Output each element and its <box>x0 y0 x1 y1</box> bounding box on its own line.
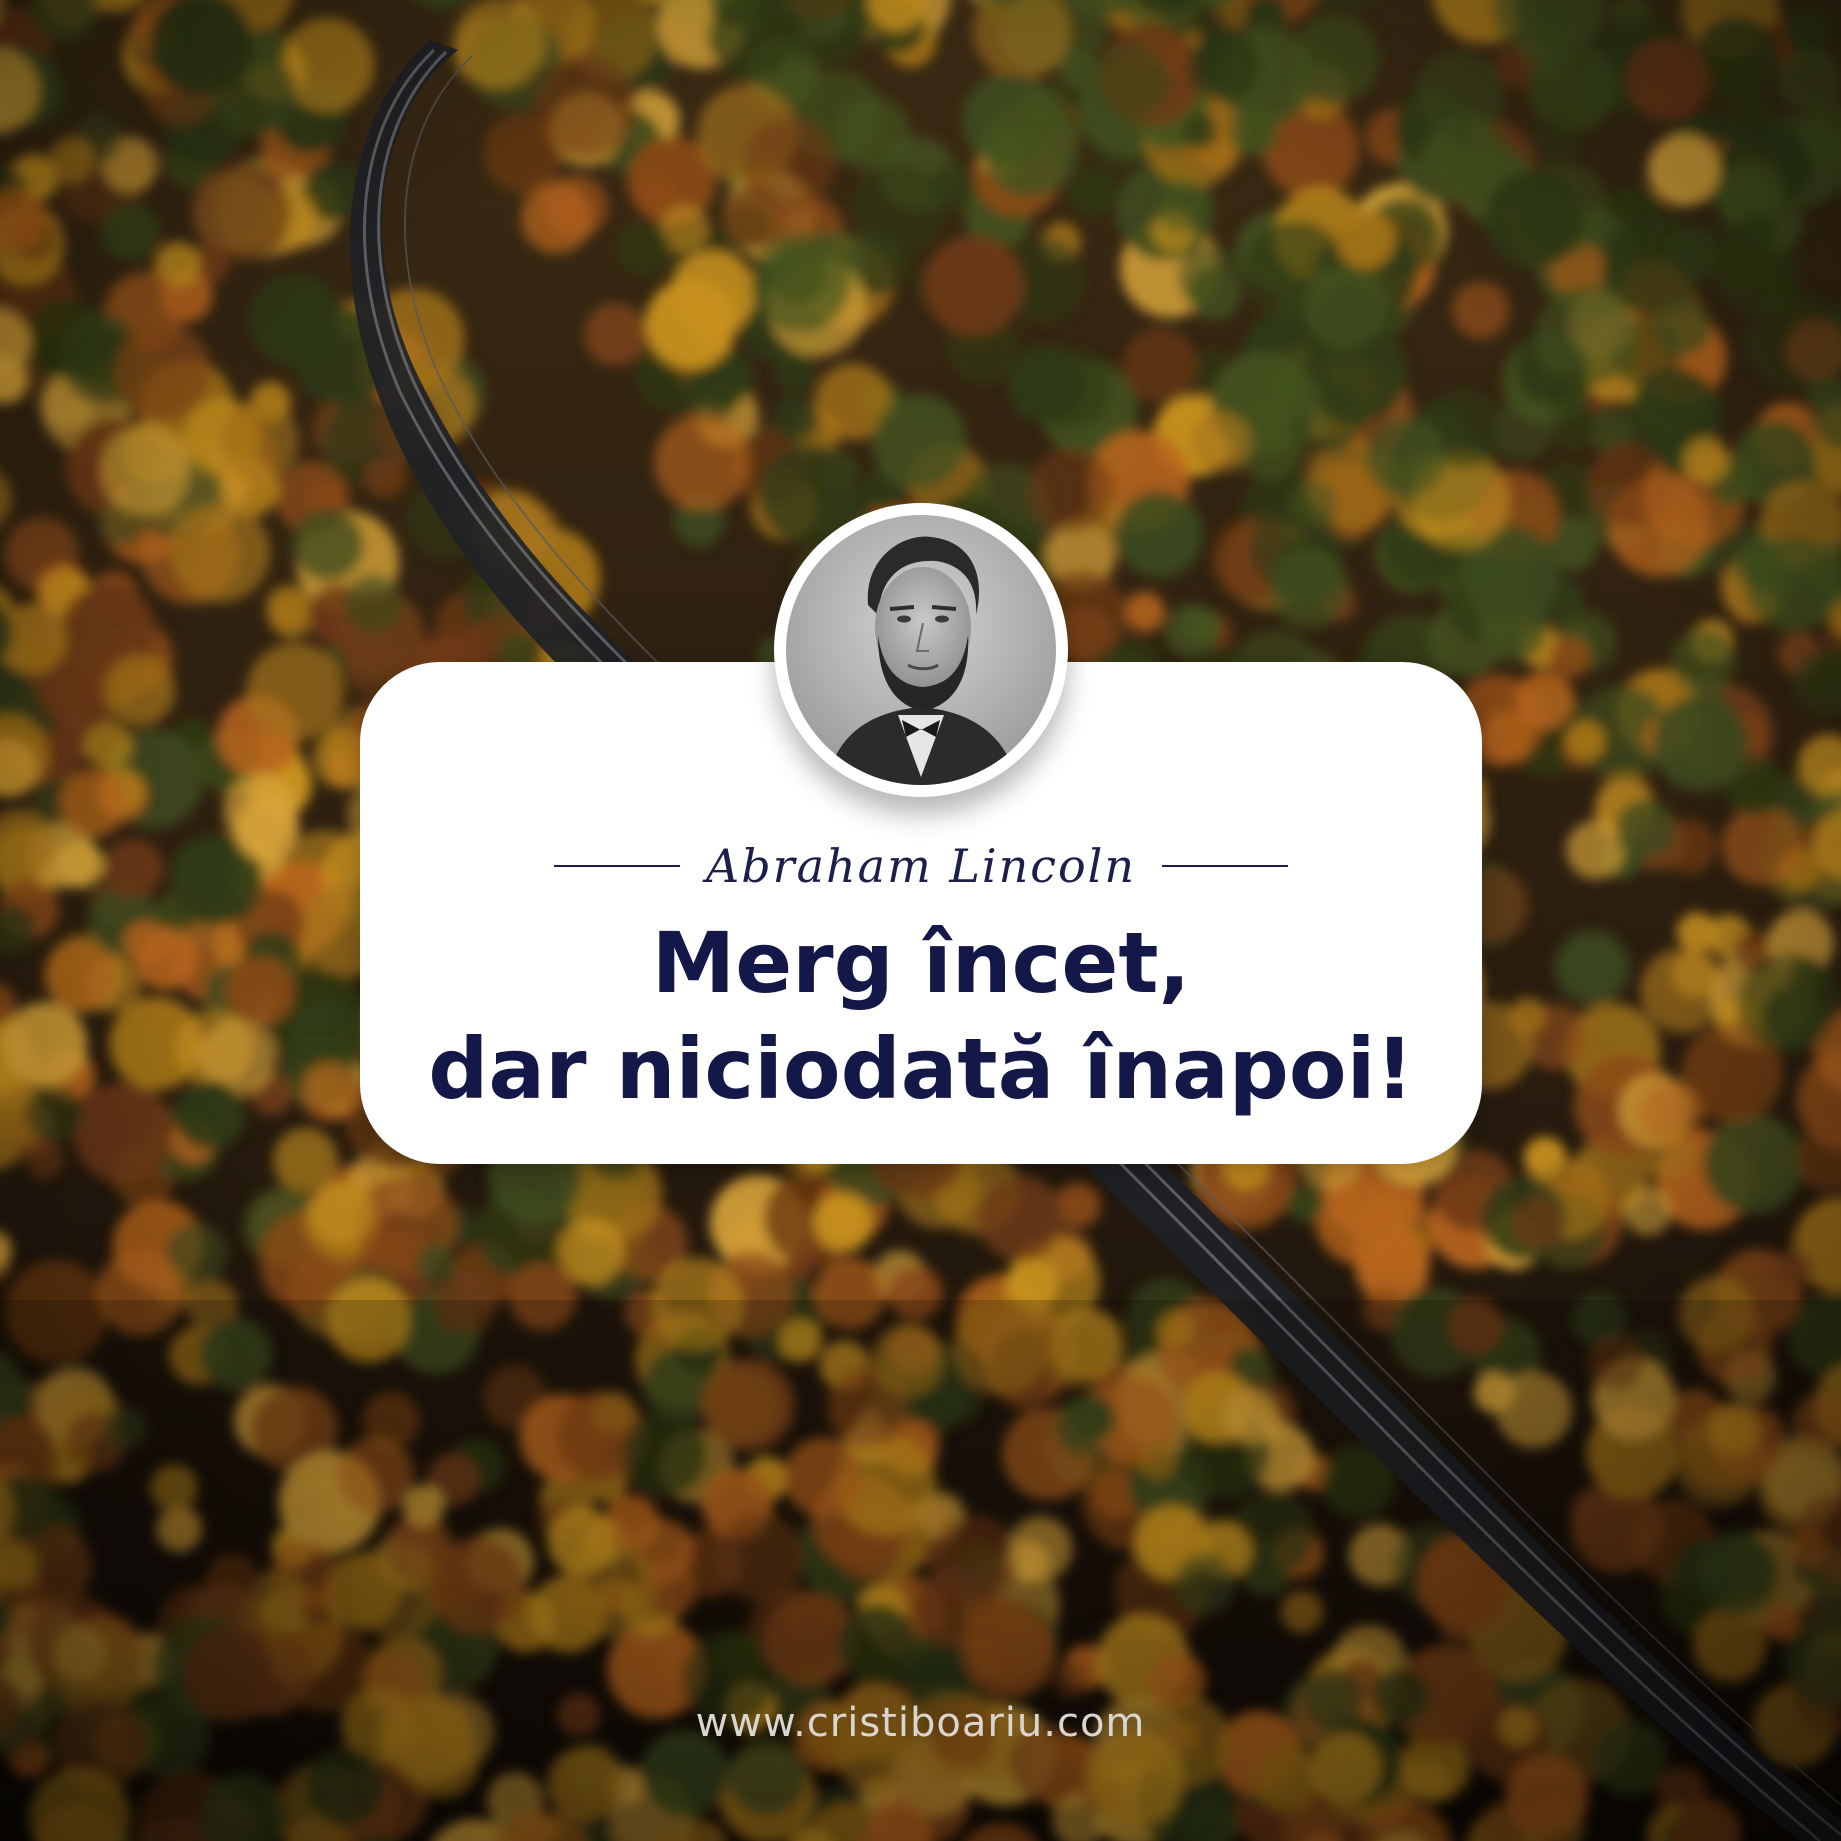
author-attribution: Abraham Lincoln <box>360 828 1482 904</box>
left-divider-line <box>553 865 680 867</box>
quote-text: Merg încet, dar niciodată înapoi! <box>380 910 1462 1122</box>
website-url: www.cristiboariu.com <box>695 1700 1146 1746</box>
quote-line-1: Merg încet, <box>651 914 1191 1012</box>
author-name: Abraham Lincoln <box>705 839 1137 893</box>
quote-line-2: dar niciodată înapoi! <box>428 1020 1414 1118</box>
right-divider-line <box>1162 865 1289 867</box>
author-portrait-frame <box>774 503 1068 797</box>
abraham-lincoln-portrait-photo <box>786 515 1056 785</box>
